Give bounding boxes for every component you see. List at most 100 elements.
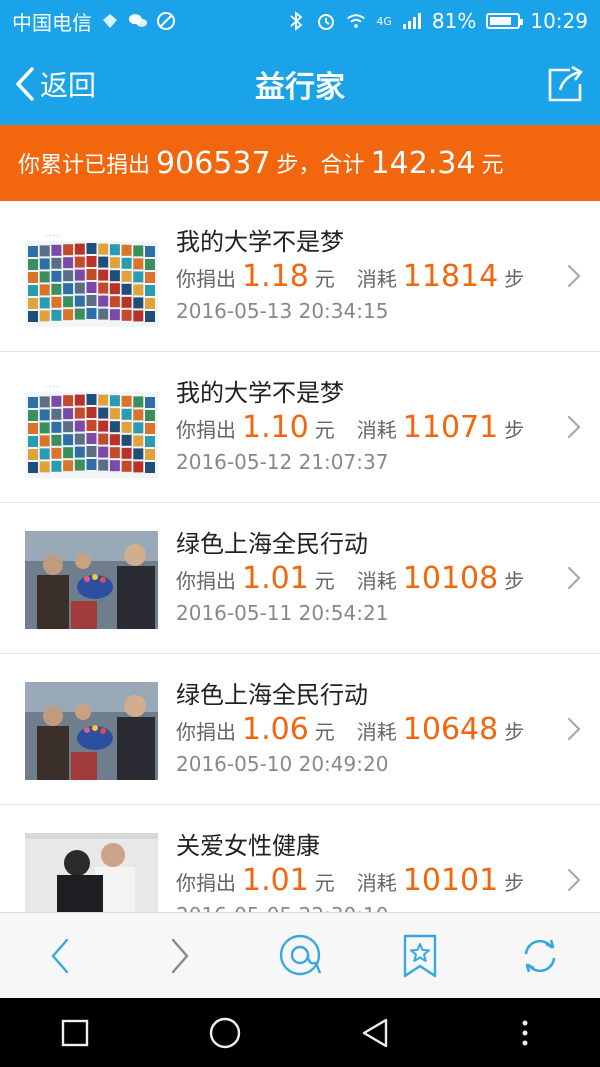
chevron-right-icon xyxy=(567,264,581,288)
system-back-button[interactable] xyxy=(345,1003,405,1063)
item-date: 2016-05-12 21:07:37 xyxy=(176,450,389,474)
donated-amount: 1.01 xyxy=(242,863,309,898)
donated-label: 你捐出 xyxy=(176,871,236,895)
crowd-photo xyxy=(25,682,158,780)
total-amount: 142.34 xyxy=(370,145,476,181)
list-item[interactable]: 关爱女性健康你捐出1.01元消耗10101步2016-05-05 22:30:1… xyxy=(0,805,600,912)
signal-icon xyxy=(402,11,422,31)
clock: 10:29 xyxy=(530,9,588,33)
item-stats: 你捐出 1.10 元消耗 11071 步 xyxy=(176,410,540,446)
yuan-unit: 元 xyxy=(314,267,335,291)
item-title: 我的大学不是梦 xyxy=(176,379,344,407)
svg-text:· · · ·: · · · · xyxy=(45,384,58,391)
wifi-icon xyxy=(346,11,366,31)
share-icon xyxy=(548,65,583,102)
campus-photo-collage: · · · · xyxy=(25,229,158,322)
chevron-right-icon xyxy=(567,717,581,741)
battery-icon xyxy=(486,13,524,29)
home-button[interactable] xyxy=(195,1003,255,1063)
nav-bar: 返回 益行家 xyxy=(0,42,600,125)
circle-icon xyxy=(209,1017,241,1048)
campus-photo-collage: · · · · xyxy=(25,380,158,473)
item-thumbnail xyxy=(25,682,158,780)
back-nav-button[interactable] xyxy=(30,926,90,986)
steps-unit: 步 xyxy=(504,418,525,442)
item-stats: 你捐出 1.01 元消耗 10101 步 xyxy=(176,863,540,899)
item-thumbnail: · · · · xyxy=(25,229,158,327)
blocked-icon xyxy=(156,11,176,31)
share-button[interactable] xyxy=(544,64,586,104)
status-bar: 中国电信 4G 81% 10:29 xyxy=(0,0,600,42)
wechat-icon xyxy=(128,11,148,31)
item-info: 我的大学不是梦 你捐出 1.18 元消耗 11814 步 2016-05-13 20:34:… xyxy=(176,225,540,327)
item-info: 绿色上海全民行动 你捐出 1.06 元消耗 10648 步 2016-05-10 20:49… xyxy=(176,678,540,780)
donation-list[interactable]: · · · · 我的大学不是梦 你捐出 1.18 元消耗 11814 步 2016-05-13… xyxy=(0,201,600,912)
item-date: 2016-05-10 20:49:20 xyxy=(176,752,389,776)
item-title: 绿色上海全民行动 xyxy=(176,530,368,558)
summary-amount-unit: 元 xyxy=(481,153,504,178)
network-type: 4G xyxy=(376,14,392,28)
chevron-right-icon xyxy=(567,415,581,439)
donated-label: 你捐出 xyxy=(176,569,236,593)
item-thumbnail: · · · · xyxy=(25,380,158,478)
refresh-button[interactable] xyxy=(510,926,570,986)
more-dots-icon xyxy=(522,1020,528,1045)
total-steps: 906537 xyxy=(156,145,271,181)
chevron-left-icon xyxy=(16,66,34,101)
donated-label: 你捐出 xyxy=(176,418,236,442)
steps-unit: 步 xyxy=(504,267,525,291)
list-item[interactable]: 绿色上海全民行动 你捐出 1.06 元消耗 10648 步 2016-05-10 20:49… xyxy=(0,654,600,805)
comment-button[interactable] xyxy=(270,926,330,986)
step-count: 10648 xyxy=(402,712,499,747)
list-item[interactable]: 绿色上海全民行动 你捐出 1.01 元消耗 10108 步 2016-05-11 20:54… xyxy=(0,503,600,654)
square-icon xyxy=(61,1019,89,1046)
more-button[interactable] xyxy=(495,1003,555,1063)
step-count: 11814 xyxy=(402,259,499,294)
donated-amount: 1.01 xyxy=(242,561,309,596)
alarm-icon xyxy=(316,11,336,31)
item-info: 关爱女性健康你捐出1.01元消耗10101步2016-05-05 22:30:1… xyxy=(176,829,540,912)
list-item[interactable]: · · · · 我的大学不是梦 你捐出 1.18 元消耗 11814 步 2016-05-13… xyxy=(0,201,600,352)
donated-label: 你捐出 xyxy=(176,267,236,291)
item-date: 2016-05-05 22:30:10 xyxy=(176,899,540,912)
yuan-unit: 元 xyxy=(314,720,335,744)
summary-steps-unit: 步，合计 xyxy=(276,153,365,178)
system-nav-bar xyxy=(0,998,600,1067)
steps-unit: 步 xyxy=(504,871,525,895)
yuan-unit: 元 xyxy=(314,569,335,593)
item-thumbnail xyxy=(25,531,158,629)
consumed-label: 消耗 xyxy=(356,267,397,291)
consumed-label: 消耗 xyxy=(356,569,397,593)
favorite-button[interactable] xyxy=(390,926,450,986)
yuan-unit: 元 xyxy=(314,418,335,442)
list-item[interactable]: · · · · 我的大学不是梦你捐出 1.10 元消耗 11071 步 2016-05-12… xyxy=(0,352,600,503)
hug-photo xyxy=(25,833,158,912)
item-info: 绿色上海全民行动 你捐出 1.01 元消耗 10108 步 2016-05-11 20:54… xyxy=(176,527,540,629)
donated-label: 你捐出 xyxy=(176,720,236,744)
forward-nav-button[interactable] xyxy=(150,926,210,986)
arrow-right-icon xyxy=(171,938,189,973)
browser-toolbar xyxy=(0,912,600,998)
item-thumbnail xyxy=(25,833,158,912)
summary-prefix: 你累计已捐出 xyxy=(18,153,151,178)
chevron-right-icon xyxy=(567,566,581,590)
item-stats: 你捐出 1.01 元消耗 10108 步 xyxy=(176,561,540,597)
arrow-left-icon xyxy=(51,938,69,973)
donated-amount: 1.10 xyxy=(242,410,309,445)
svg-text:· · · ·: · · · · xyxy=(45,233,58,240)
consumed-label: 消耗 xyxy=(356,720,397,744)
consumed-label: 消耗 xyxy=(356,871,397,895)
battery-percent: 81% xyxy=(431,9,477,33)
consumed-label: 消耗 xyxy=(356,418,397,442)
triangle-back-icon xyxy=(362,1018,388,1047)
item-info: 我的大学不是梦你捐出 1.10 元消耗 11071 步 2016-05-12 21:07:… xyxy=(176,376,540,478)
step-count: 10101 xyxy=(402,863,499,898)
recent-apps-button[interactable] xyxy=(45,1003,105,1063)
item-stats: 你捐出 1.18 元消耗 11814 步 xyxy=(176,259,540,295)
chevron-right-icon xyxy=(567,868,581,892)
back-button[interactable]: 返回 xyxy=(14,42,96,125)
step-count: 11071 xyxy=(402,410,499,445)
yuan-unit: 元 xyxy=(314,871,335,895)
refresh-icon xyxy=(524,939,556,972)
donation-summary: 你累计已捐出 906537 步，合计 142.34 元 xyxy=(0,125,600,201)
